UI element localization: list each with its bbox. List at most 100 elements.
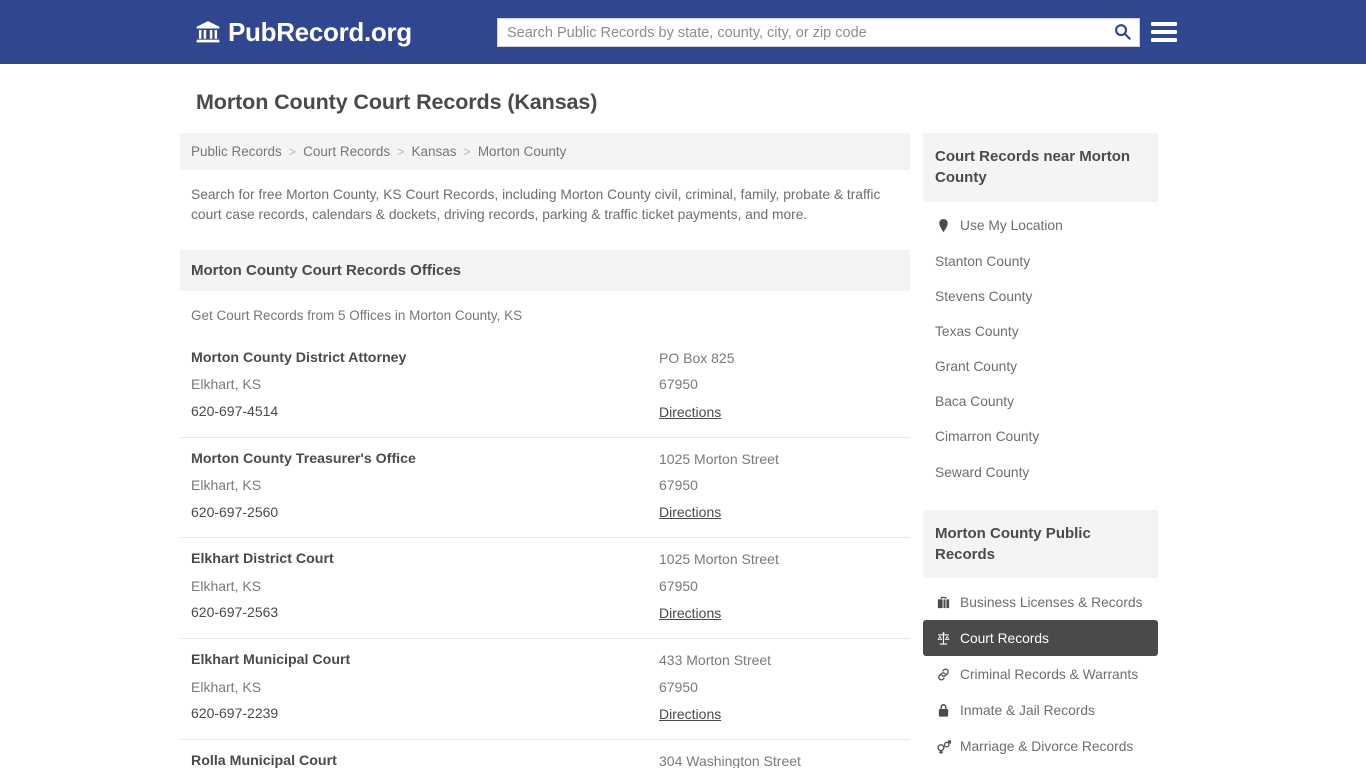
breadcrumb-separator: > [288,144,297,159]
public-records-item-criminal-records-warrants[interactable]: Criminal Records & Warrants [923,656,1158,692]
office-directions-link[interactable]: Directions [659,404,721,420]
main-content: Public Records > Court Records > Kansas > Mort… [180,133,910,768]
public-records-item-court-records[interactable]: Court Records [923,620,1158,657]
office-primary-info: Morton County District Attorney Elkhart, … [191,349,659,422]
office-street-address: 1025 Morton Street [659,450,779,467]
office-street-address: 304 Washington Street [659,752,801,768]
office-name: Elkhart Municipal Court [191,652,351,669]
public-records-list: Business Licenses & Records Court Records… [923,584,1158,768]
office-listing-row: Elkhart Municipal Court Elkhart, KS 620-69… [180,639,910,740]
office-phone: 620-697-2560 [191,503,279,520]
brand-logo-link[interactable]: PubRecord.org [195,17,412,48]
nearby-county-label: Texas County [935,323,1019,339]
office-directions-link[interactable]: Directions [659,605,721,621]
office-zip-code: 67950 [659,476,698,493]
nearby-county-item-cimarron-county[interactable]: Cimarron County [923,419,1158,454]
search-input[interactable] [498,19,1105,46]
briefcase-icon [935,594,951,610]
breadcrumb-separator: > [397,144,405,159]
public-records-item-inmate-jail-records[interactable]: Inmate & Jail Records [923,692,1158,728]
public-records-item-marriage-divorce-records[interactable]: Marriage & Divorce Records [923,728,1158,764]
office-city-state: Elkhart, KS [191,477,262,494]
search-bar [497,18,1140,47]
page-intro-text: Search for free Morton County, KS Court … [191,187,881,223]
office-phone: 620-697-2563 [191,604,279,621]
breadcrumb-item-public-records[interactable]: Public Records [191,144,282,159]
sidebar: Court Records near Morton County Use My … [923,133,1158,768]
office-name: Elkhart District Court [191,551,334,568]
breadcrumb-item-kansas[interactable]: Kansas [411,144,456,159]
nearby-county-item-seward-county[interactable]: Seward County [923,455,1158,490]
office-listing-row: Morton County Treasurer's Office Elkhart,… [180,438,910,539]
scales-of-justice-icon [935,630,951,646]
office-address-info: PO Box 825 67950 Directions [659,349,899,422]
map-pin-icon [935,218,951,234]
office-directions-link[interactable]: Directions [659,504,721,520]
office-city-state: Elkhart, KS [191,678,262,695]
office-street-address: PO Box 825 [659,349,735,366]
public-records-block: Morton County Public Records Business Li… [923,509,1158,768]
brand-name: PubRecord.org [228,16,412,47]
offices-list: Morton County District Attorney Elkhart, … [180,337,910,768]
nearby-county-item-texas-county[interactable]: Texas County [923,314,1158,349]
office-phone: 620-697-2239 [191,705,279,722]
office-address-info: 304 Washington Street67954Directions [659,752,899,768]
office-zip-code: 67950 [659,678,698,695]
offices-section-subtitle: Get Court Records from 5 Offices in Mort… [191,307,523,323]
search-icon [1114,23,1131,43]
public-records-label: Inmate & Jail Records [960,702,1095,718]
office-city-state: Elkhart, KS [191,376,262,393]
office-directions-link[interactable]: Directions [659,706,721,722]
link-chain-icon [935,666,951,682]
lock-icon [935,702,951,718]
office-zip-code: 67950 [659,577,698,594]
gender-symbols-icon [935,738,951,754]
office-listing-row: Elkhart District Court Elkhart, KS 620-697… [180,538,910,640]
office-street-address: 433 Morton Street [659,652,772,669]
nearby-county-label: Stevens County [935,288,1033,304]
nearby-county-label: Baca County [935,394,1014,410]
bank-building-icon [195,19,221,45]
breadcrumb-separator: > [463,144,471,159]
public-records-item-property-records[interactable]: Property Records [923,764,1158,768]
offices-section-heading: Morton County Court Records Offices [180,249,910,291]
office-street-address: 1025 Morton Street [659,551,779,568]
office-name: Morton County District Attorney [191,349,407,366]
hamburger-bar [1151,22,1177,26]
page-container: Morton County Court Records (Kansas) Pub… [0,90,1366,768]
nearby-county-item-stevens-county[interactable]: Stevens County [923,279,1158,314]
content-columns: Public Records > Court Records > Kansas > Mort… [180,133,1186,768]
office-listing-row: Morton County District Attorney Elkhart, … [180,337,910,438]
breadcrumb: Public Records > Court Records > Kansas > Mort… [180,133,910,170]
office-listing-row: Rolla Municipal CourtRolla, KS620-593-47… [180,740,910,768]
office-city-state: Elkhart, KS [191,577,262,594]
public-records-label: Court Records [960,630,1049,646]
breadcrumb-item-court-records[interactable]: Court Records [303,144,390,159]
hamburger-bar [1151,30,1177,34]
office-primary-info: Elkhart Municipal Court Elkhart, KS 620-69… [191,653,659,724]
nearby-county-item-grant-county[interactable]: Grant County [923,349,1158,384]
office-primary-info: Rolla Municipal CourtRolla, KS620-593-47… [191,752,659,768]
nearby-county-item-use-my-location[interactable]: Use My Location [923,208,1158,244]
nearby-records-heading: Court Records near Morton County [923,133,1158,202]
hamburger-menu-icon[interactable] [1151,19,1177,45]
nearby-county-label: Grant County [935,359,1018,375]
nearby-county-label: Cimarron County [935,429,1040,445]
page-title: Morton County Court Records (Kansas) [196,90,598,114]
public-records-label: Criminal Records & Warrants [960,666,1139,682]
office-phone: 620-697-4514 [191,402,279,419]
office-primary-info: Elkhart District Court Elkhart, KS 620-697… [191,552,659,623]
public-records-item-business-licenses-records[interactable]: Business Licenses & Records [923,584,1158,620]
office-zip-code: 67950 [659,376,698,393]
office-primary-info: Morton County Treasurer's Office Elkhart,… [191,451,659,523]
breadcrumb-item-morton-county: Morton County [477,144,567,159]
nearby-county-item-stanton-county[interactable]: Stanton County [923,244,1158,279]
office-address-info: 433 Morton Street 67950 Directions [659,652,899,724]
nearby-county-item-baca-county[interactable]: Baca County [923,384,1158,419]
public-records-label: Business Licenses & Records [960,594,1143,610]
office-address-info: 1025 Morton Street 67950 Directions [659,551,899,623]
search-button[interactable] [1105,19,1139,46]
public-records-heading: Morton County Public Records [923,509,1158,579]
office-address-info: 1025 Morton Street 67950 Directions [659,450,899,523]
office-name: Rolla Municipal Court [191,752,337,768]
